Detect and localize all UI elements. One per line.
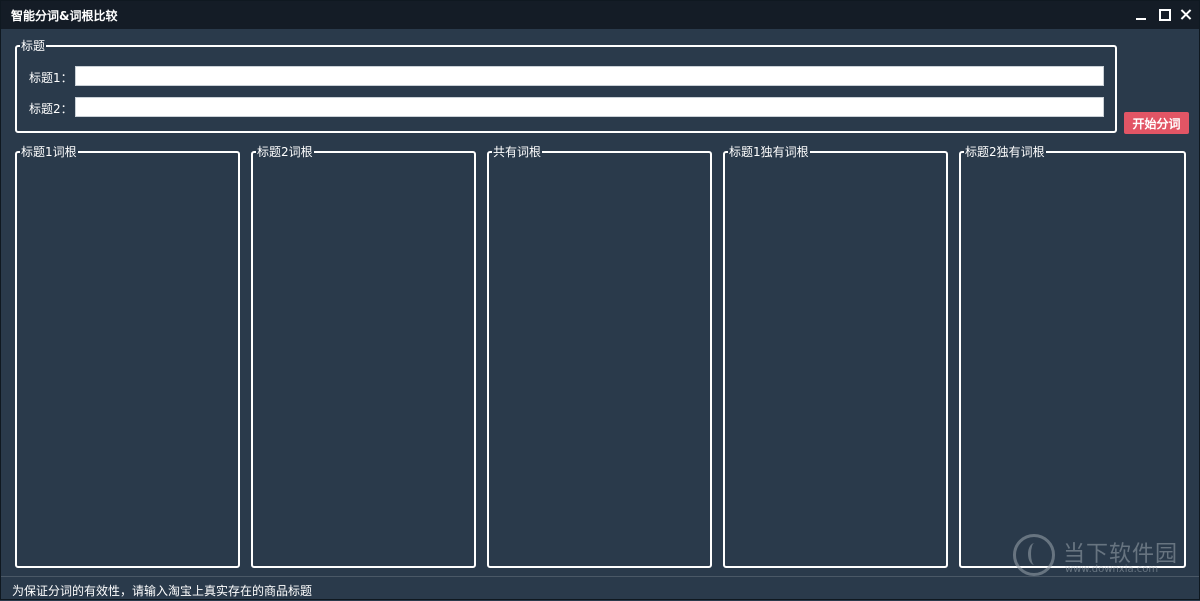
- title2-label: 标题2：: [29, 102, 73, 116]
- panel-title1-unique-roots[interactable]: 标题1独有词根: [723, 145, 948, 568]
- panel-title2-roots-list[interactable]: [253, 159, 474, 566]
- status-text: 为保证分词的有效性，请输入淘宝上真实存在的商品标题: [12, 584, 313, 598]
- start-segment-button[interactable]: 开始分词: [1124, 112, 1189, 134]
- title1-label: 标题1：: [29, 71, 73, 85]
- maximize-icon[interactable]: [1157, 7, 1173, 23]
- close-icon[interactable]: [1178, 7, 1194, 23]
- title2-input[interactable]: [75, 97, 1104, 117]
- panel-title2-unique-roots-legend: 标题2独有词根: [965, 145, 1045, 159]
- watermark-url: www.downxia.com: [1065, 564, 1159, 575]
- panel-title1-roots[interactable]: 标题1词根: [15, 145, 240, 568]
- panel-title2-unique-roots-list[interactable]: [961, 159, 1184, 566]
- panel-title2-roots[interactable]: 标题2词根: [251, 145, 476, 568]
- panel-common-roots-list[interactable]: [489, 159, 710, 566]
- panel-title1-roots-list[interactable]: [17, 159, 238, 566]
- window-title: 智能分词&词根比较: [11, 9, 118, 23]
- title1-input[interactable]: [75, 66, 1104, 86]
- panel-title2-roots-legend: 标题2词根: [257, 145, 313, 159]
- watermark: 当下软件园 www.downxia.com: [1013, 531, 1183, 579]
- minimize-icon[interactable]: [1134, 7, 1150, 23]
- title-group: 标题: [15, 39, 1117, 133]
- panel-title2-unique-roots[interactable]: 标题2独有词根: [959, 145, 1186, 568]
- watermark-logo-icon: [1013, 534, 1055, 576]
- status-bar: 为保证分词的有效性，请输入淘宝上真实存在的商品标题: [1, 576, 1199, 601]
- panel-common-roots[interactable]: 共有词根: [487, 145, 712, 568]
- app-window: 智能分词&词根比较 标题 标题1： 标题2： 开始分词 标题1词根 标题2词根 …: [0, 0, 1200, 600]
- title-group-legend: 标题: [21, 39, 46, 53]
- panel-title1-unique-roots-legend: 标题1独有词根: [729, 145, 809, 159]
- panel-common-roots-legend: 共有词根: [493, 145, 542, 159]
- title-bar[interactable]: 智能分词&词根比较: [1, 1, 1199, 29]
- panel-title1-unique-roots-list[interactable]: [725, 159, 946, 566]
- panel-title1-roots-legend: 标题1词根: [21, 145, 77, 159]
